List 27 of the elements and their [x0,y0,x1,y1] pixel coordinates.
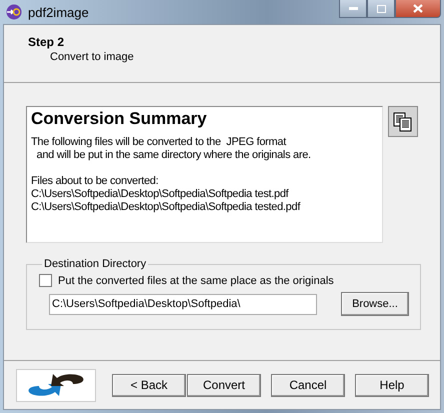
copy-button[interactable] [388,106,418,137]
window-title: pdf2image [28,4,89,20]
wizard-button[interactable]: Cancel [271,374,345,396]
checkbox[interactable] [39,274,52,287]
app-icon [6,4,22,20]
summary-line: C:\Users\Softpedia\Desktop\Softpedia\Softpedia test.pdf [31,188,290,201]
maximize-icon [376,4,386,12]
minimize-icon [348,7,358,10]
minimize-button[interactable] [339,0,367,18]
summary-line: The following files will be converted to the JPEG format [31,136,288,149]
wizard-button[interactable]: < Back [112,374,186,396]
wizard-button[interactable]: Convert [187,374,261,396]
group-label: Destination Directory [43,258,148,270]
checkbox-label: Put the converted files at the same place as the originals [58,274,334,286]
summary-line: C:\Users\Softpedia\Desktop\Softpedia\Softpedia tested.pdf [31,201,302,214]
close-button[interactable] [395,0,441,18]
close-icon [413,4,423,13]
maximize-button[interactable] [367,0,395,18]
summary-heading: Conversion Summary [31,109,208,129]
summary-line: and will be put in the same directory where the originals are. [36,149,312,162]
browse-button[interactable]: Browse... [341,292,409,316]
path-field[interactable]: C:\Users\Softpedia\Desktop\Softpedia\ [49,294,317,314]
step-subtitle: Convert to image [50,51,135,63]
step-title: Step 2 [28,35,66,49]
copy-icon [393,112,413,132]
summary-line: Files about to be converted: [31,175,160,188]
wizard-button[interactable]: Help [355,374,429,396]
